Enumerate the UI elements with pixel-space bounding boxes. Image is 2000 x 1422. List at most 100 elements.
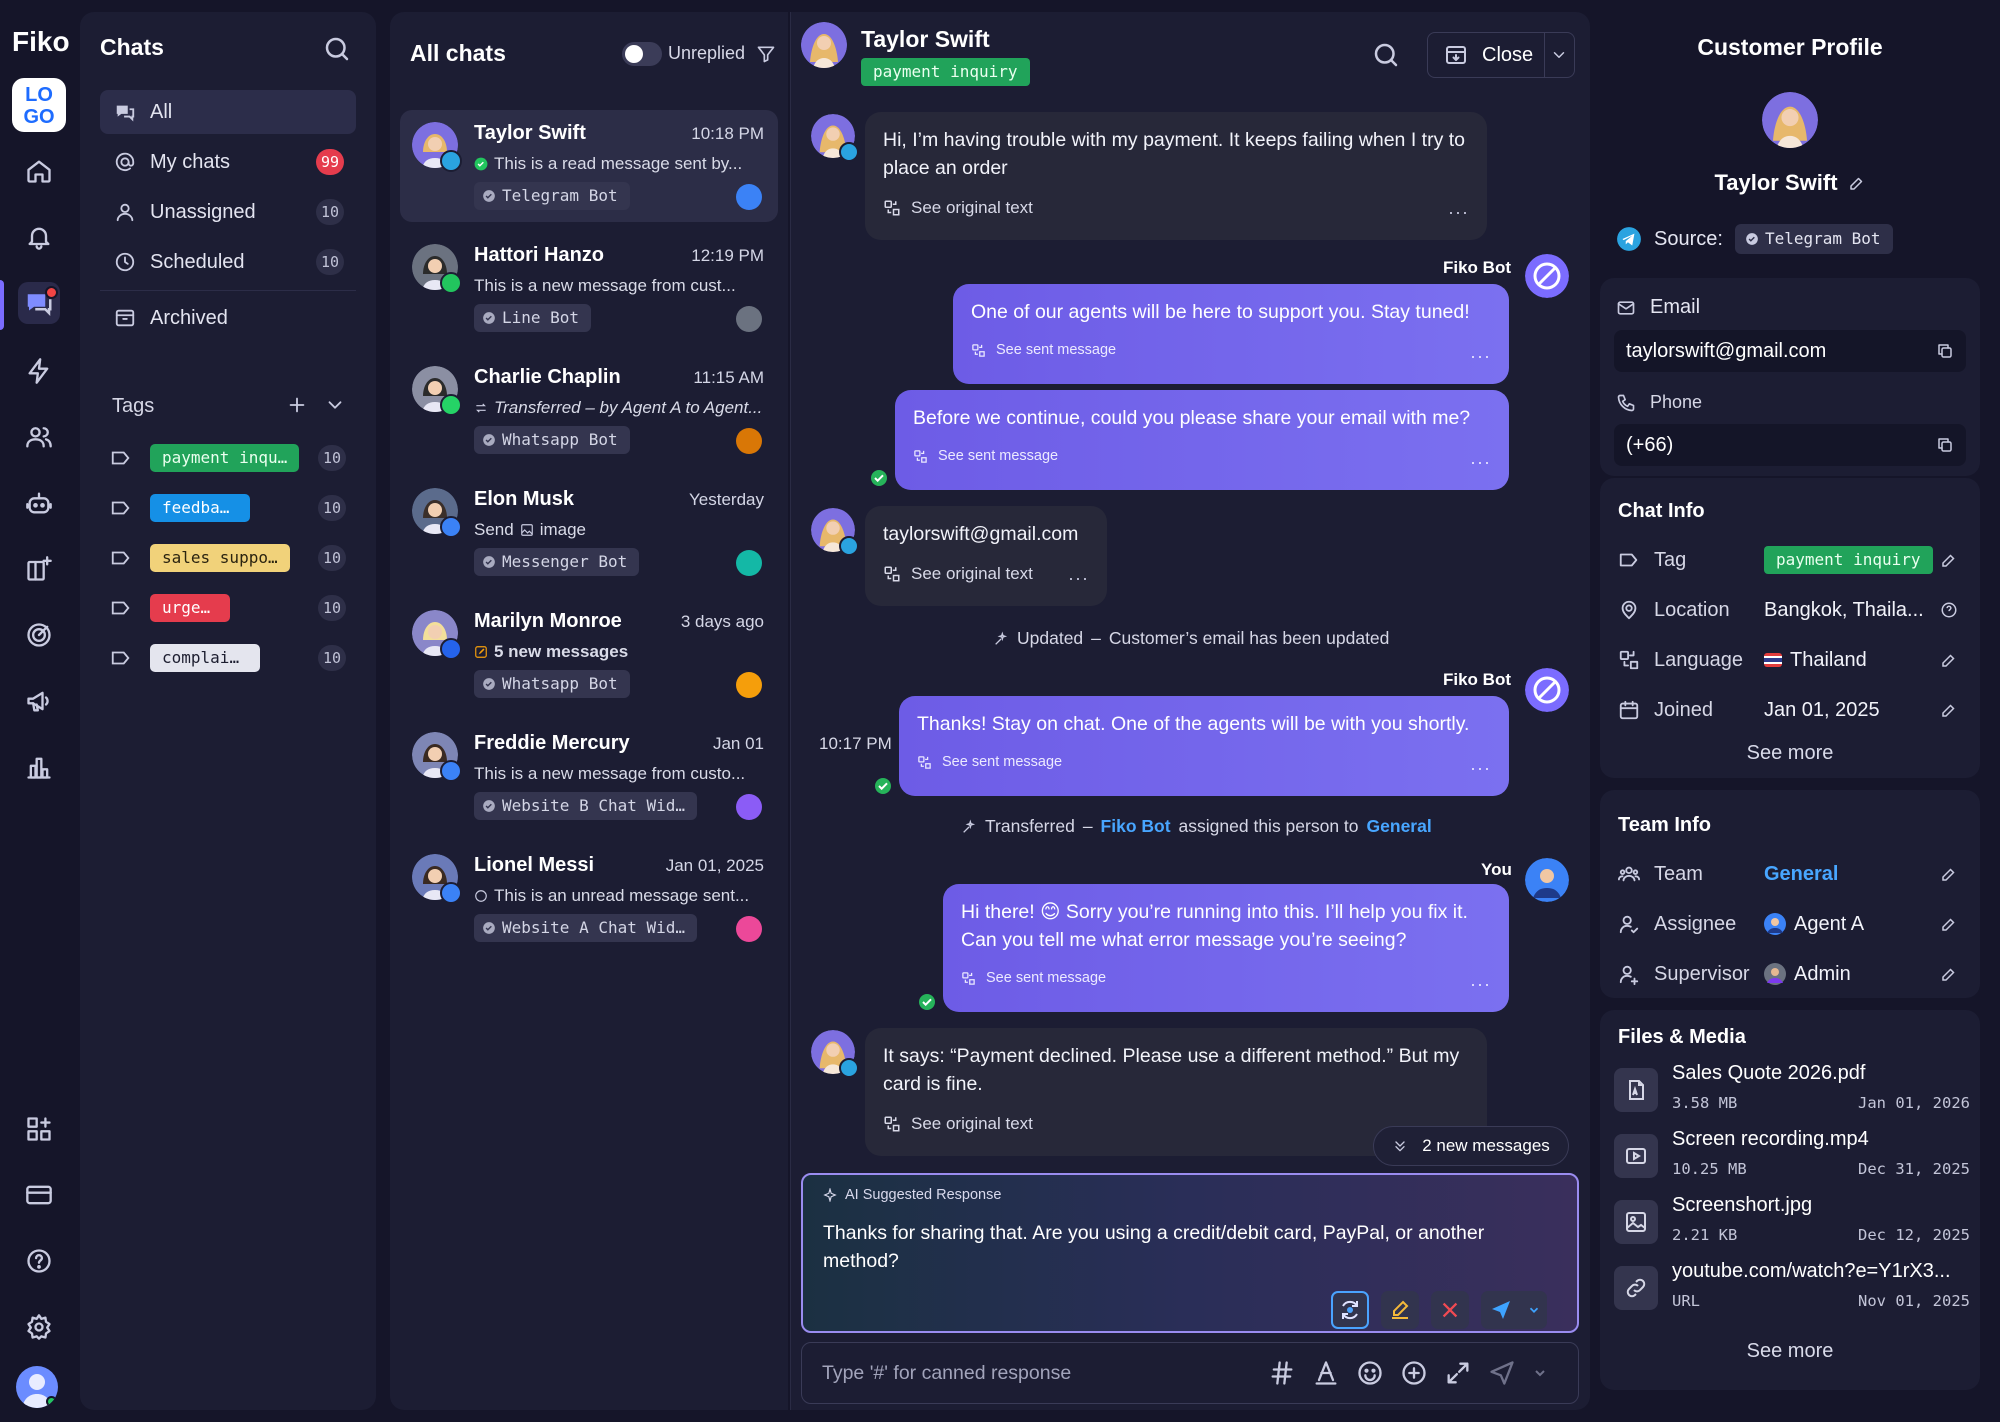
sidebar-item-my-chats[interactable]: My chats 99 [100, 140, 356, 184]
incoming-message: taylorswift@gmail.com See original text ··… [865, 506, 1107, 606]
edit-suggestion-button[interactable] [1381, 1291, 1419, 1329]
edit-icon[interactable] [1940, 551, 1958, 569]
see-sent-link[interactable]: See sent message [961, 964, 1491, 992]
contact-avatar[interactable] [801, 22, 847, 68]
file-name: youtube.com/watch?e=Y1rX3... [1672, 1260, 1951, 1282]
more-options-icon[interactable]: ··· [1470, 754, 1491, 782]
source-name: Messenger Bot [502, 552, 628, 571]
new-messages-pill[interactable]: 2 new messages [1373, 1126, 1569, 1166]
tag-icon [111, 601, 130, 615]
bot-icon[interactable] [18, 482, 60, 524]
search-icon[interactable] [1371, 40, 1401, 70]
files-see-more[interactable]: See more [1600, 1340, 1980, 1363]
more-options-icon[interactable]: ··· [1470, 448, 1491, 476]
chat-list-item[interactable]: Lionel Messi Jan 01, 2025 This is an unrea… [400, 842, 778, 954]
conversation-tag[interactable]: payment inquiry [861, 58, 1030, 86]
megaphone-icon[interactable] [18, 680, 60, 722]
settings-gear-icon[interactable] [18, 1306, 60, 1348]
more-options-icon[interactable]: ··· [1068, 564, 1089, 592]
chevron-down-icon[interactable] [324, 394, 346, 416]
ai-suggestion-text[interactable]: Thanks for sharing that. Are you using a… [823, 1219, 1563, 1275]
phone-field[interactable]: (+66) [1614, 424, 1966, 466]
close-conversation-button[interactable]: Close [1427, 32, 1575, 78]
edit-icon[interactable] [1940, 865, 1958, 883]
unreplied-toggle[interactable] [622, 42, 662, 66]
dismiss-suggestion-button[interactable] [1431, 1291, 1469, 1329]
bell-icon[interactable] [18, 216, 60, 258]
tag-item[interactable]: complaint 10 [110, 640, 366, 676]
search-icon[interactable] [322, 34, 352, 64]
tag-item[interactable]: payment inqu… 10 [110, 440, 366, 476]
add-widget-icon[interactable] [18, 548, 60, 590]
billing-icon[interactable] [18, 1174, 60, 1216]
add-attachment-icon[interactable] [1400, 1359, 1428, 1387]
see-original-link[interactable]: See original text [883, 560, 1089, 588]
see-original-link[interactable]: See original text [883, 194, 1469, 222]
chat-list-item[interactable]: Marilyn Monroe 3 days ago 5 new messages Wh… [400, 598, 778, 710]
file-item[interactable]: Screen recording.mp4 10.25 MB Dec 31, 2025 [1614, 1124, 1970, 1188]
chat-list-item[interactable]: Freddie Mercury Jan 01 This is a new messa… [400, 720, 778, 832]
copy-icon[interactable] [1936, 342, 1954, 360]
assignee-label: Assignee [1654, 912, 1737, 935]
text-format-icon[interactable] [1312, 1359, 1340, 1387]
target-icon[interactable] [18, 614, 60, 656]
sidebar-item-archived[interactable]: Archived [100, 296, 356, 340]
see-original-label: See original text [911, 198, 1033, 217]
edit-icon[interactable] [1940, 651, 1958, 669]
file-item[interactable]: Screenshort.jpg 2.21 KB Dec 12, 2025 [1614, 1190, 1970, 1254]
chevron-down-icon[interactable] [1550, 46, 1568, 64]
tag-item[interactable]: sales support 10 [110, 540, 366, 576]
file-item[interactable]: Sales Quote 2026.pdf 3.58 MB Jan 01, 2026 [1614, 1058, 1970, 1122]
copy-icon[interactable] [1936, 436, 1954, 454]
edit-icon[interactable] [1940, 965, 1958, 983]
calendar-icon [1619, 700, 1639, 720]
contacts-icon[interactable] [18, 416, 60, 458]
workspace-logo[interactable]: LO GO [12, 78, 66, 132]
more-options-icon[interactable]: ··· [1470, 342, 1491, 370]
tag-pill[interactable]: payment inquiry [1764, 546, 1933, 574]
send-suggestion-button[interactable] [1481, 1291, 1547, 1329]
chat-list-item[interactable]: Hattori Hanzo 12:19 PM This is a new messa… [400, 232, 778, 344]
file-item[interactable]: youtube.com/watch?e=Y1rX3... URL Nov 01, 2… [1614, 1256, 1970, 1320]
chevron-down-icon[interactable] [1532, 1365, 1548, 1381]
emoji-icon[interactable] [1356, 1359, 1384, 1387]
help-icon[interactable] [18, 1240, 60, 1282]
home-icon[interactable] [18, 150, 60, 192]
analytics-icon[interactable] [18, 746, 60, 788]
chat-info-see-more[interactable]: See more [1600, 742, 1980, 765]
more-options-icon[interactable]: ··· [1448, 198, 1469, 226]
sidebar-item-scheduled[interactable]: Scheduled 10 [100, 240, 356, 284]
email-field[interactable]: taylorswift@gmail.com [1614, 330, 1966, 372]
tag-item[interactable]: feedback 10 [110, 490, 366, 526]
chat-list-item[interactable]: Charlie Chaplin 11:15 AM Transferred – by … [400, 354, 778, 466]
event-actor-link[interactable]: Fiko Bot [1101, 816, 1171, 837]
lightning-icon[interactable] [18, 350, 60, 392]
chats-icon[interactable] [18, 282, 60, 324]
help-icon[interactable] [1940, 601, 1958, 619]
edit-icon[interactable] [1940, 701, 1958, 719]
event-target-link[interactable]: General [1367, 816, 1432, 837]
chat-list-item[interactable]: Taylor Swift 10:18 PM This is a read messa… [400, 110, 778, 222]
filter-icon[interactable] [756, 44, 776, 64]
regenerate-button[interactable] [1331, 1291, 1369, 1329]
more-options-icon[interactable]: ··· [1470, 970, 1491, 998]
message-composer[interactable]: Type '#' for canned response [801, 1342, 1579, 1404]
see-sent-link[interactable]: See sent message [971, 336, 1491, 364]
see-sent-link[interactable]: See sent message [913, 442, 1491, 470]
source-name: Line Bot [502, 308, 580, 327]
hashtag-icon[interactable] [1268, 1359, 1296, 1387]
assignee-avatar [736, 306, 762, 332]
tag-item[interactable]: urgent 10 [110, 590, 366, 626]
sidebar-item-all[interactable]: All [100, 90, 356, 134]
add-tag-icon[interactable] [286, 394, 308, 416]
expand-icon[interactable] [1444, 1359, 1472, 1387]
sidebar-item-unassigned[interactable]: Unassigned 10 [100, 190, 356, 234]
edit-icon[interactable] [1848, 174, 1866, 192]
send-icon[interactable] [1488, 1359, 1516, 1387]
see-sent-link[interactable]: See sent message [917, 748, 1491, 776]
chat-list-item[interactable]: Elon Musk Yesterday Send image Messenger Bot [400, 476, 778, 588]
apps-icon[interactable] [18, 1108, 60, 1150]
edit-icon[interactable] [1940, 915, 1958, 933]
team-value[interactable]: General [1764, 863, 1838, 886]
user-avatar[interactable] [16, 1366, 58, 1408]
